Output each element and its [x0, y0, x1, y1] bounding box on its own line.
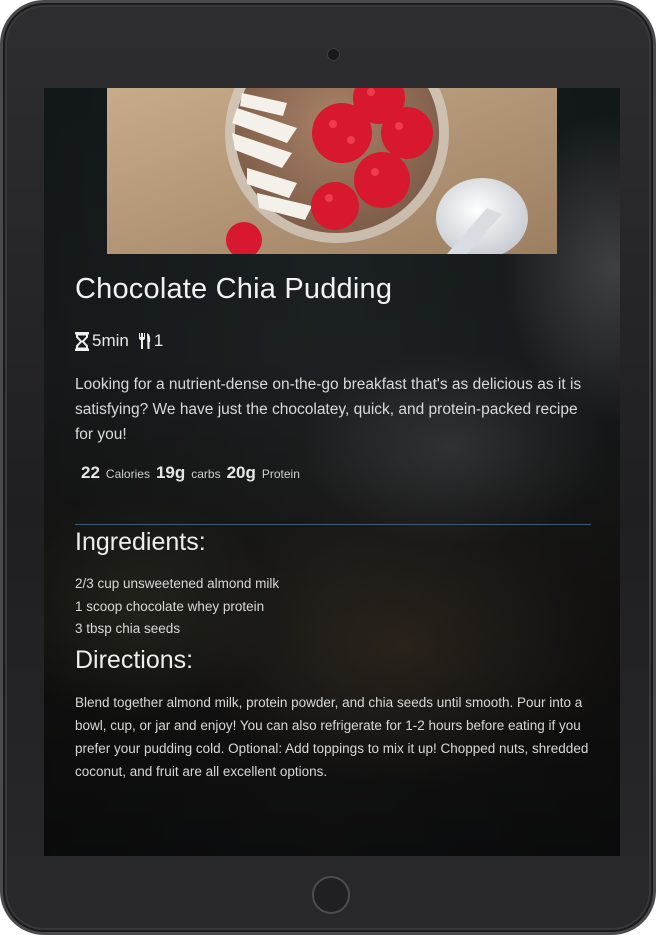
- list-item: 1 scoop chocolate whey protein: [75, 598, 265, 614]
- prep-time: 5min: [92, 331, 129, 350]
- recipe-meta: 5min 1: [75, 328, 172, 354]
- ingredients-heading: Ingredients:: [75, 528, 206, 556]
- camera: [327, 48, 340, 61]
- list-item: 2/3 cup unsweetened almond milk: [75, 576, 280, 591]
- section-divider: [75, 524, 591, 525]
- list-item: 3 tbsp chia seeds: [75, 621, 181, 636]
- home-button[interactable]: [312, 876, 350, 914]
- recipe-page: Chocolate Chia Pudding 5min 1 Looking fo…: [44, 88, 620, 856]
- recipe-photo: [107, 88, 557, 254]
- recipe-title: Chocolate Chia Pudding: [75, 273, 393, 305]
- calories-label: Calories: [105, 467, 150, 481]
- tablet-frame: Chocolate Chia Pudding 5min 1 Looking fo…: [0, 0, 656, 935]
- protein-value: 20g: [226, 463, 256, 482]
- carbs-value: 19g: [155, 463, 186, 482]
- nutrition-facts: 22 Calories 19g carbs 20g Protein: [81, 463, 306, 483]
- directions-heading: Directions:: [75, 646, 194, 674]
- calories-value: 22: [81, 463, 100, 482]
- screen: Chocolate Chia Pudding 5min 1 Looking fo…: [44, 88, 620, 856]
- carbs-label: carbs: [191, 467, 221, 481]
- hourglass-icon: [75, 331, 89, 351]
- utensils-icon: [138, 333, 151, 349]
- protein-label: Protein: [261, 467, 300, 481]
- servings: 1: [153, 331, 164, 350]
- directions-text: Blend together almond milk, protein powd…: [75, 695, 589, 779]
- recipe-description: Looking for a nutrient-dense on-the-go b…: [75, 376, 582, 443]
- ingredients-list: 2/3 cup unsweetened almond milk 1 scoop …: [75, 573, 279, 641]
